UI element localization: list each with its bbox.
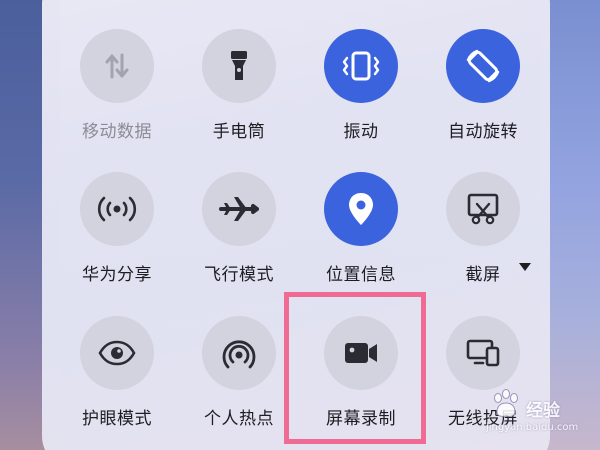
screenshot-dropdown-icon[interactable] — [519, 263, 531, 271]
tile-label: 个人热点 — [204, 409, 274, 429]
watermark-brand: 经验 — [526, 401, 560, 421]
eye-icon — [98, 340, 136, 366]
location-pin-icon — [349, 193, 373, 225]
eye-comfort-toggle[interactable] — [80, 316, 154, 390]
auto-rotate-toggle[interactable] — [446, 29, 520, 103]
tile-label: 飞行模式 — [204, 265, 274, 285]
paw-logo-icon — [494, 389, 518, 417]
tile-label: 华为分享 — [82, 265, 152, 285]
tile-huawei-share[interactable]: 华为分享 — [57, 172, 177, 285]
flashlight-toggle[interactable] — [202, 29, 276, 103]
airplane-icon — [219, 197, 259, 221]
watermark-url: jingyan.baidu.com — [486, 422, 579, 433]
screenshot-scissors-icon — [467, 193, 499, 225]
share-signal-icon — [97, 196, 137, 222]
airplane-mode-toggle[interactable] — [202, 172, 276, 246]
tile-location[interactable]: 位置信息 — [301, 172, 421, 285]
tile-vibrate[interactable]: 振动 — [301, 29, 421, 142]
flashlight-icon — [231, 51, 247, 80]
mobile-data-icon — [105, 53, 129, 79]
highlight-box — [284, 292, 426, 444]
tile-airplane-mode[interactable]: 飞行模式 — [179, 172, 299, 285]
projection-icon — [466, 339, 500, 367]
tile-mobile-data[interactable]: 移动数据 — [57, 29, 177, 142]
tile-auto-rotate[interactable]: 自动旋转 — [423, 29, 543, 142]
tile-label: 位置信息 — [326, 265, 396, 285]
auto-rotate-icon — [466, 49, 500, 83]
tile-label: 护眼模式 — [82, 409, 152, 429]
location-toggle[interactable] — [324, 172, 398, 246]
tile-label: 手电筒 — [212, 122, 266, 142]
huawei-share-toggle[interactable] — [80, 172, 154, 246]
vibrate-icon — [342, 51, 380, 81]
tile-hotspot[interactable]: 个人热点 — [179, 316, 299, 429]
wireless-projection-toggle[interactable] — [446, 316, 520, 390]
vibrate-toggle[interactable] — [324, 29, 398, 103]
tile-flashlight[interactable]: 手电筒 — [179, 29, 299, 142]
mobile-data-toggle[interactable] — [80, 29, 154, 103]
tile-label: 振动 — [343, 122, 379, 142]
watermark: 经验 jingyan.baidu.com — [486, 382, 596, 442]
tile-label: 移动数据 — [82, 122, 152, 142]
tile-eye-comfort[interactable]: 护眼模式 — [57, 316, 177, 429]
tile-label: 自动旋转 — [448, 122, 518, 142]
screenshot-toggle[interactable] — [446, 172, 520, 246]
hotspot-toggle[interactable] — [202, 316, 276, 390]
hotspot-icon — [222, 340, 256, 369]
